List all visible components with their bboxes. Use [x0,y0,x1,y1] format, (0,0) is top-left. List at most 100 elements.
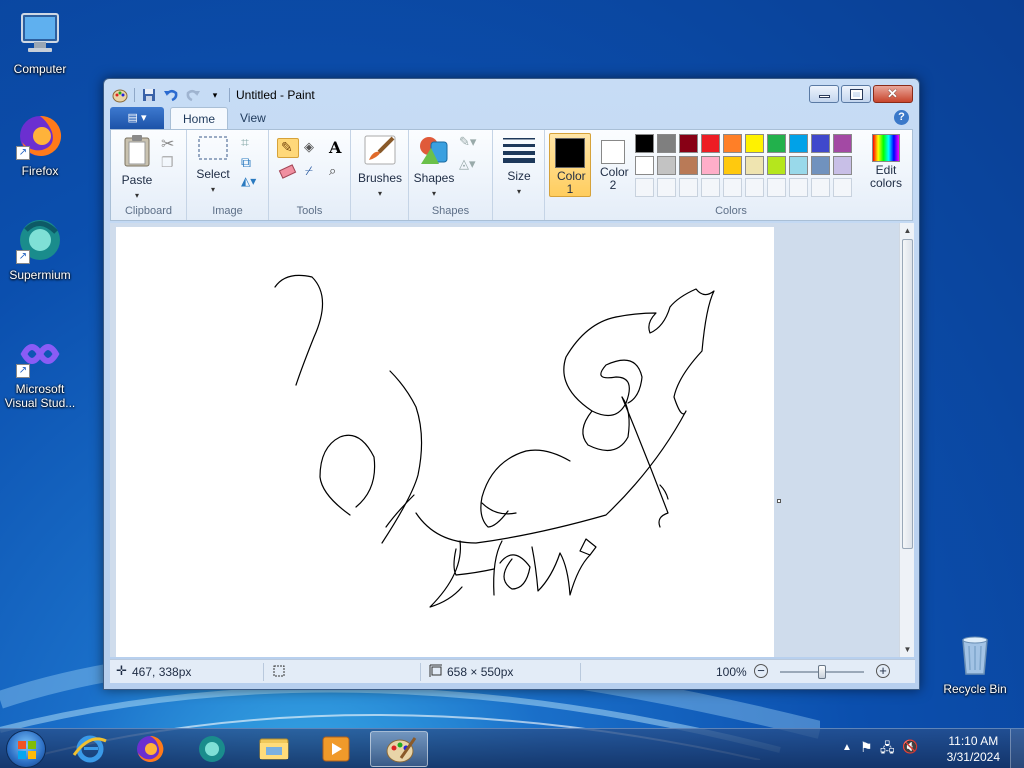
resize-button[interactable]: ⧉ [241,154,263,174]
taskbar-media-player[interactable] [310,731,362,767]
media-player-icon [322,736,350,762]
scrollbar-thumb[interactable] [902,239,913,549]
action-center-flag-icon[interactable]: ⚑ [860,739,873,756]
network-icon[interactable]: 🖧 [880,739,895,761]
eraser-tool[interactable] [277,162,299,182]
color-swatch[interactable] [745,156,764,175]
taskbar-supermium[interactable] [186,731,238,767]
pencil-tool[interactable]: ✎ [277,138,299,158]
desktop-icon-firefox[interactable]: ↗ Firefox [0,112,80,178]
shortcut-arrow-icon: ↗ [16,250,30,264]
save-icon[interactable] [141,87,157,103]
undo-icon[interactable] [163,87,179,103]
custom-color-slot[interactable] [833,178,852,197]
zoom-out-button[interactable]: − [754,664,768,678]
color-swatch[interactable] [723,134,742,153]
color-swatch[interactable] [833,134,852,153]
minimize-button[interactable] [809,85,839,103]
color-swatch[interactable] [833,156,852,175]
color-swatch[interactable] [789,134,808,153]
select-button[interactable]: Select ▾ [193,134,233,195]
copy-button[interactable]: ❐ [161,154,183,174]
color-swatch[interactable] [657,156,676,175]
size-button[interactable]: Size ▾ [499,136,539,197]
volume-muted-icon[interactable]: 🔇 [902,739,918,755]
quick-access-toolbar: ▾ [112,87,230,103]
taskbar-file-explorer[interactable] [248,731,300,767]
brushes-button[interactable]: Brushes ▾ [357,134,403,199]
color-swatch[interactable] [635,156,654,175]
maximize-button[interactable] [841,85,871,103]
fill-button[interactable]: ◬▾ [459,156,489,176]
cut-button[interactable]: ✂ [161,134,183,154]
taskbar-internet-explorer[interactable] [64,731,116,767]
crop-button[interactable]: ⌗ [241,134,263,154]
shortcut-arrow-icon: ↗ [16,364,30,378]
desktop-icon-visual-studio[interactable]: ↗ Microsoft Visual Stud... [0,330,80,410]
color-swatch[interactable] [701,134,720,153]
title-bar[interactable]: ▾ Untitled - Paint ✕ [104,79,919,109]
color-swatch[interactable] [767,156,786,175]
color-swatch[interactable] [723,156,742,175]
shapes-button[interactable]: Shapes ▾ [413,134,455,199]
zoom-slider-thumb[interactable] [818,665,826,679]
color-swatch[interactable] [701,156,720,175]
custom-color-slot[interactable] [789,178,808,197]
help-icon[interactable]: ? [894,110,909,125]
taskbar-paint[interactable] [370,731,428,767]
scroll-up-icon[interactable]: ▲ [903,226,912,235]
show-hidden-icons-icon[interactable]: ▲ [842,742,852,753]
custom-color-slot[interactable] [657,178,676,197]
drawing-canvas[interactable] [116,227,774,657]
scroll-down-icon[interactable]: ▼ [903,645,912,654]
color-swatch[interactable] [635,134,654,153]
color-swatch[interactable] [811,156,830,175]
color1-button[interactable]: Color 1 [549,133,591,197]
canvas-resize-handle[interactable] [777,499,781,503]
magnifier-tool[interactable]: ⌕ [325,162,347,182]
color-picker-tool[interactable]: ⌿ [301,162,323,182]
taskbar-firefox[interactable] [124,731,176,767]
fill-tool[interactable]: ◈ [301,138,323,158]
text-tool[interactable]: A [325,138,347,158]
desktop-icon-supermium[interactable]: ↗ Supermium [0,216,80,282]
custom-color-slot[interactable] [745,178,764,197]
color-swatch[interactable] [767,134,786,153]
zoom-slider[interactable] [780,665,864,679]
color-swatch[interactable] [811,134,830,153]
desktop-icon-recycle-bin[interactable]: Recycle Bin [935,630,1015,696]
color-swatch[interactable] [745,134,764,153]
rotate-button[interactable]: ◭▾ [241,174,263,194]
edit-colors-button[interactable]: Edit colors [863,134,909,190]
color-swatch[interactable] [679,156,698,175]
color2-swatch [601,140,625,164]
color2-button[interactable]: Color 2 [593,133,633,197]
customize-qat-icon[interactable]: ▾ [207,87,223,103]
show-desktop-button[interactable] [1010,729,1024,768]
close-button[interactable]: ✕ [873,85,913,103]
paint-app-icon[interactable] [112,87,128,103]
custom-color-slot[interactable] [811,178,830,197]
color-swatch[interactable] [679,134,698,153]
tab-home[interactable]: Home [170,107,229,129]
start-button[interactable] [6,730,46,768]
tab-view[interactable]: View [228,107,278,129]
custom-color-slot[interactable] [701,178,720,197]
custom-color-slot[interactable] [635,178,654,197]
outline-button[interactable]: ✎▾ [459,134,489,154]
text-icon: A [329,138,342,157]
paste-button[interactable]: Paste ▾ [117,134,157,201]
vertical-scrollbar[interactable]: ▲ ▼ [899,223,914,657]
custom-color-slot[interactable] [723,178,742,197]
color-swatch[interactable] [789,156,808,175]
custom-color-slot[interactable] [767,178,786,197]
color1-swatch [555,138,585,168]
custom-color-slot[interactable] [679,178,698,197]
desktop-icon-computer[interactable]: Computer [0,10,80,76]
file-menu-button[interactable]: ▤ ▾ [110,107,164,129]
redo-icon[interactable] [185,87,201,103]
zoom-in-button[interactable]: + [876,664,890,678]
clock[interactable]: 11:10 AM 3/31/2024 [947,733,1000,765]
color-swatch[interactable] [657,134,676,153]
size-group: Size ▾ [493,130,545,220]
